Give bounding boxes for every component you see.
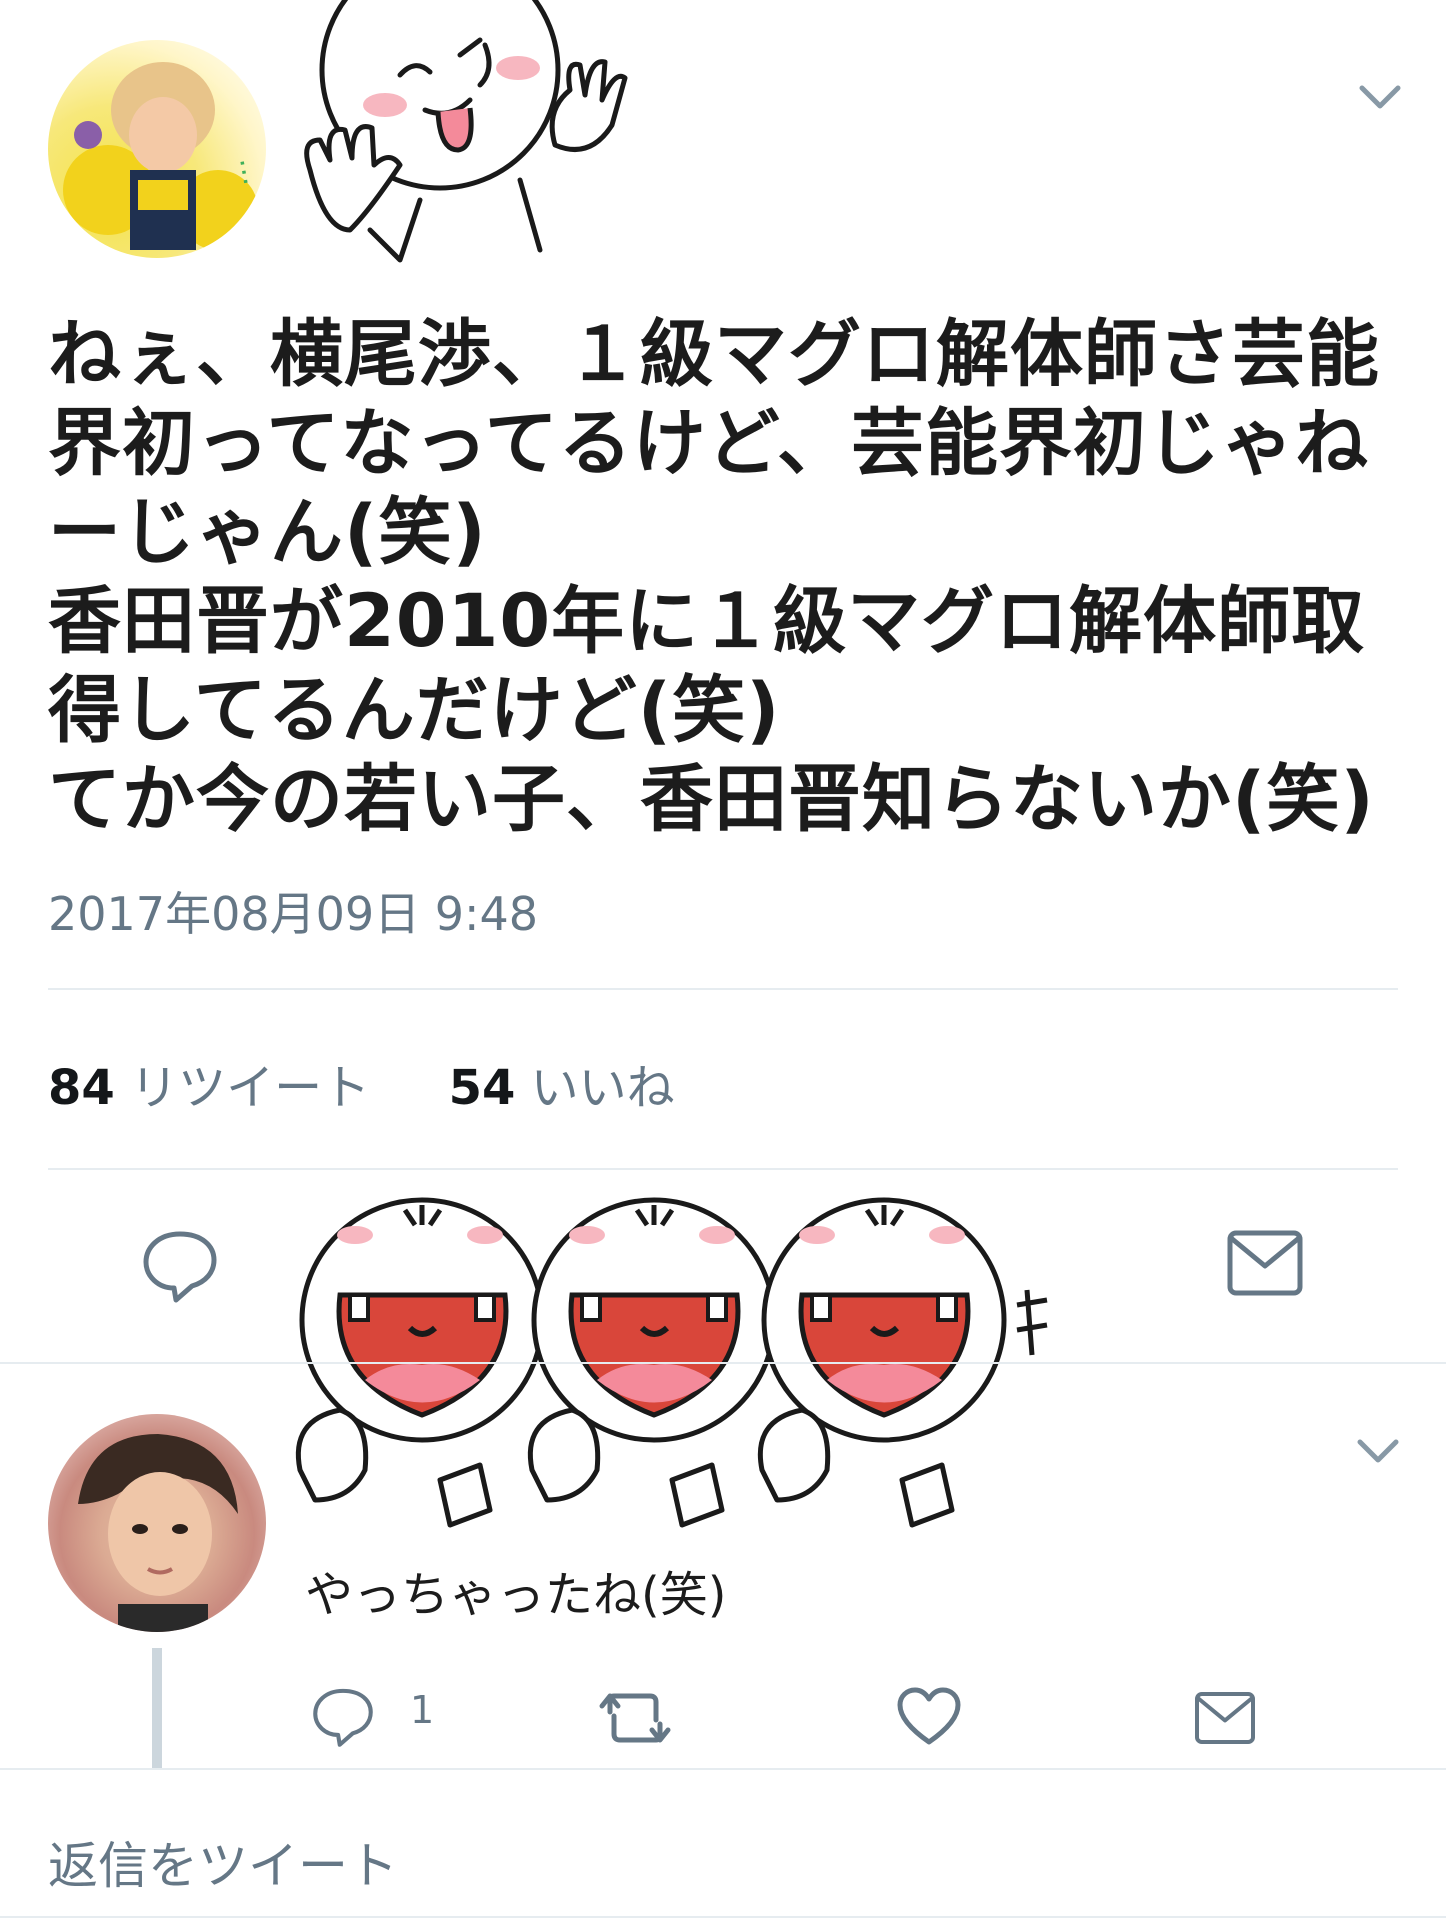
reply-compose-input[interactable]: 返信をツイート <box>48 1826 398 1898</box>
like-count[interactable]: 54 <box>449 1060 516 1116</box>
tweet-text-line: 界初ってなってるけど、芸能界初じゃね <box>48 401 1370 486</box>
tweet-text-line: ねぇ、横尾渉、１級マグロ解体師さ芸能 <box>48 312 1380 397</box>
reply-text: やっちゃったね(笑) <box>305 1567 727 1623</box>
divider <box>0 1362 1446 1364</box>
divider <box>48 1168 1398 1170</box>
tweet-text-line: 香田晋が2010年に１級マグロ解体師取 <box>48 579 1366 664</box>
sticker-waving-face <box>304 0 628 263</box>
tweet-text-line: 得してるんだけど(笑) <box>48 668 781 753</box>
tweet-text-line: ーじゃん(笑) <box>48 490 487 575</box>
tweet-text: ねぇ、横尾渉、１級マグロ解体師さ芸能 界初ってなってるけど、芸能界初じゃね ーじ… <box>48 310 1408 844</box>
avatar-image: ⋯ <box>63 62 262 250</box>
retweet-icon[interactable] <box>598 1690 672 1746</box>
retweet-label[interactable]: リツイート <box>130 1060 370 1116</box>
divider <box>0 1768 1446 1770</box>
chevron-down-icon[interactable] <box>1358 82 1402 112</box>
svg-text:⋯: ⋯ <box>227 156 262 189</box>
retweet-count[interactable]: 84 <box>48 1060 115 1116</box>
tweet-text-line: てか今の若い子、香田晋知らないか(笑) <box>48 757 1375 842</box>
sticker-laughing-faces <box>295 1197 1048 1528</box>
like-label[interactable]: いいね <box>531 1060 675 1116</box>
speech-bubble-icon[interactable] <box>310 1686 376 1748</box>
author-avatar[interactable]: ⋯ <box>48 40 266 258</box>
divider <box>0 1916 1446 1918</box>
chevron-down-icon[interactable] <box>1356 1436 1400 1466</box>
heart-icon[interactable] <box>896 1686 962 1748</box>
envelope-icon[interactable] <box>1192 1690 1258 1746</box>
speech-bubble-icon[interactable] <box>140 1228 220 1304</box>
thread-line <box>152 1648 162 1768</box>
tweet-timestamp[interactable]: 2017年08月09日 9:48 <box>48 878 538 944</box>
tweet-stats: 84 リツイート 54 いいね <box>48 1048 675 1118</box>
divider <box>48 988 1398 990</box>
avatar-image <box>78 1434 238 1632</box>
reply-count: 1 <box>410 1688 435 1732</box>
envelope-icon[interactable] <box>1225 1228 1305 1298</box>
reply-avatar[interactable] <box>48 1414 266 1632</box>
